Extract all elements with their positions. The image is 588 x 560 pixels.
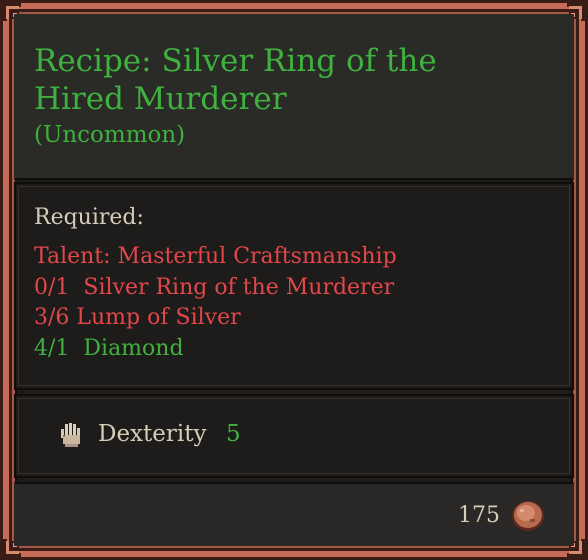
item-rarity: (Uncommon) (34, 122, 186, 148)
requirement-item: 0/1 Silver Ring of the Murderer (34, 274, 395, 300)
item-title: Recipe: Silver Ring of the Hired Murdere… (34, 43, 437, 117)
copper-coin-icon (512, 501, 544, 531)
requirement-item: 3/6 Lump of Silver (34, 305, 241, 330)
requirements-label: Required: (34, 205, 144, 230)
requirement-item: 4/1 Diamond (34, 335, 184, 361)
price-value: 175 (458, 503, 500, 528)
hand-icon (61, 423, 80, 447)
requirement-item: Talent: Masterful Craftsmanship (34, 244, 397, 269)
requirements-list: Talent: Masterful Craftsmanship 0/1 Silv… (34, 242, 397, 364)
stat-name: Dexterity (98, 421, 207, 447)
stat-value: 5 (226, 421, 241, 447)
